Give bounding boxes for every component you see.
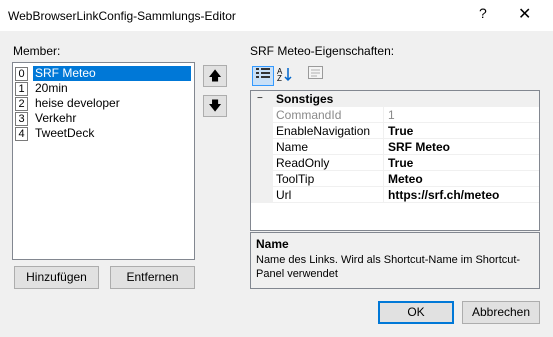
list-item-label: SRF Meteo — [33, 66, 191, 81]
list-item-index: 1 — [15, 82, 28, 96]
list-item[interactable]: 4 TweetDeck — [15, 126, 191, 141]
property-name: Name — [276, 140, 381, 154]
members-label: Member: — [13, 44, 61, 58]
property-value[interactable]: True — [388, 156, 413, 170]
description-text: Name des Links. Wird als Shortcut-Name i… — [256, 254, 521, 280]
window-title: WebBrowserLinkConfig-Sammlungs-Editor — [8, 9, 236, 23]
title-bar: WebBrowserLinkConfig-Sammlungs-Editor ? … — [0, 0, 553, 31]
property-row[interactable]: Name SRF Meteo — [251, 139, 539, 155]
add-button[interactable]: Hinzufügen — [14, 266, 99, 289]
list-item-label: TweetDeck — [35, 126, 95, 140]
arrow-down-icon: 🡇 — [208, 98, 222, 113]
close-button[interactable]: ✕ — [518, 4, 531, 24]
property-value[interactable]: SRF Meteo — [388, 140, 450, 154]
description-panel: Name Name des Links. Wird als Shortcut-N… — [250, 232, 540, 289]
category-row[interactable]: − Sonstiges — [251, 91, 539, 107]
list-item[interactable]: 0 SRF Meteo — [15, 66, 191, 81]
members-list[interactable]: 0 SRF Meteo 1 20min 2 heise developer 3 … — [12, 62, 195, 260]
alphabetical-icon: A Z — [277, 67, 292, 83]
property-value[interactable]: 1 — [388, 108, 395, 122]
property-value[interactable]: https://srf.ch/meteo — [388, 188, 499, 202]
property-row[interactable]: Url https://srf.ch/meteo — [251, 187, 539, 203]
list-item-index: 4 — [15, 127, 28, 141]
categorized-button[interactable] — [252, 66, 274, 86]
categorized-icon — [256, 68, 270, 78]
property-row[interactable]: ToolTip Meteo — [251, 171, 539, 187]
arrow-up-icon: 🡅 — [208, 68, 222, 83]
property-grid[interactable]: − Sonstiges CommandId 1 EnableNavigation… — [250, 90, 540, 231]
property-row[interactable]: EnableNavigation True — [251, 123, 539, 139]
list-item-label: heise developer — [35, 96, 120, 110]
property-row[interactable]: CommandId 1 — [251, 107, 539, 123]
svg-text:Z: Z — [277, 74, 282, 82]
property-name: ReadOnly — [276, 156, 330, 170]
help-button[interactable]: ? — [479, 5, 487, 21]
move-down-button[interactable]: 🡇 — [203, 95, 227, 117]
property-name: Url — [276, 188, 292, 202]
property-value[interactable]: Meteo — [388, 172, 423, 186]
cancel-button[interactable]: Abbrechen — [462, 301, 540, 324]
list-item-index: 3 — [15, 112, 28, 126]
property-name: ToolTip — [276, 172, 315, 186]
property-name: CommandId — [276, 108, 342, 122]
list-item[interactable]: 3 Verkehr — [15, 111, 191, 126]
property-name: EnableNavigation — [276, 124, 371, 138]
property-pages-button[interactable] — [305, 66, 325, 84]
collapse-icon[interactable]: − — [257, 93, 263, 104]
ok-button[interactable]: OK — [378, 301, 454, 324]
category-name: Sonstiges — [276, 92, 334, 106]
alphabetical-button[interactable]: A Z — [274, 66, 294, 84]
properties-label: SRF Meteo-Eigenschaften: — [250, 44, 395, 58]
property-row[interactable]: ReadOnly True — [251, 155, 539, 171]
remove-button[interactable]: Entfernen — [110, 266, 195, 289]
list-item[interactable]: 2 heise developer — [15, 96, 191, 111]
list-item-label: Verkehr — [35, 111, 77, 125]
description-title: Name — [256, 237, 289, 251]
list-item-index: 0 — [15, 67, 28, 81]
list-item-index: 2 — [15, 97, 28, 111]
move-up-button[interactable]: 🡅 — [203, 65, 227, 87]
list-item-label: 20min — [35, 81, 68, 95]
list-item[interactable]: 1 20min — [15, 81, 191, 96]
property-value[interactable]: True — [388, 124, 413, 138]
property-pages-icon — [307, 66, 323, 79]
